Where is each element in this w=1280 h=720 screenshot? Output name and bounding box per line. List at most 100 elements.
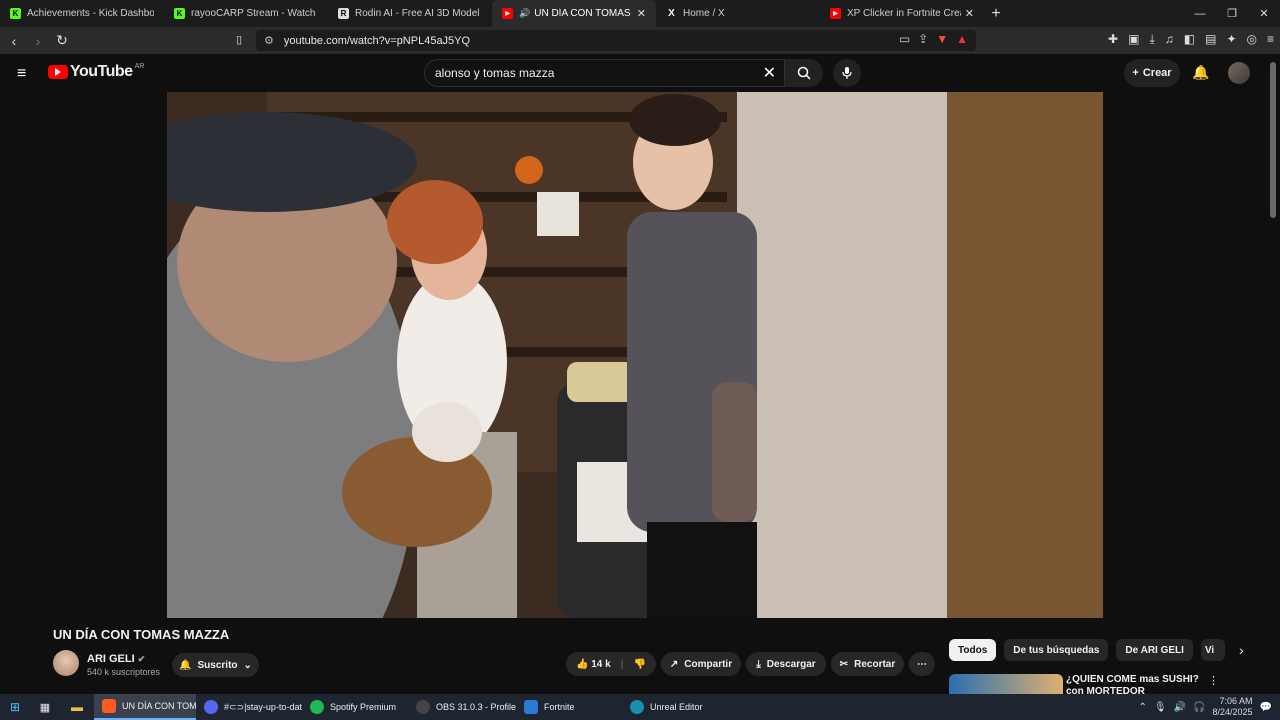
account-avatar[interactable]: [1228, 62, 1250, 84]
spotify-icon: [310, 700, 324, 714]
taskbar-item-brave[interactable]: UN DÍA CON TOM...: [94, 694, 196, 720]
video-player[interactable]: [167, 92, 1103, 618]
restore-button[interactable]: ❐: [1216, 0, 1248, 27]
rodin-favicon-icon: R: [338, 8, 349, 19]
chip-from-channel[interactable]: De ARI GELI: [1116, 639, 1193, 661]
search-input[interactable]: alonso y tomas mazza ✕: [424, 59, 785, 87]
sidebar-icon[interactable]: ◧: [1184, 32, 1195, 47]
clear-search-icon[interactable]: ✕: [763, 63, 776, 83]
url-bar[interactable]: ⚙ youtube.com/watch?v=pNPL45aJ5YQ ▭ ⇪ ▼ …: [256, 30, 976, 51]
youtube-favicon-icon: ▶: [502, 8, 513, 19]
taskbar-item-discord[interactable]: #⊂⊃|stay-up-to-dat...: [196, 694, 302, 720]
taskbar-item-spotify[interactable]: Spotify Premium: [302, 694, 408, 720]
wallet-icon[interactable]: ▤: [1205, 32, 1216, 47]
address-bar-row: ‹ › ↻ ▯ ⚙ youtube.com/watch?v=pNPL45aJ5Y…: [0, 27, 1280, 54]
like-dislike-group: 👍 14 k | 👎: [566, 652, 656, 676]
page-scrollbar[interactable]: [1270, 62, 1276, 218]
recommendation-menu-icon[interactable]: ⋮: [1208, 674, 1219, 687]
verified-icon: ✔: [137, 654, 146, 664]
chevron-right-icon[interactable]: ›: [1239, 642, 1244, 658]
subscribed-button[interactable]: 🔔 Suscrito ⌄: [172, 653, 259, 677]
like-button[interactable]: 👍 14 k: [576, 659, 611, 670]
brave-rewards-icon[interactable]: ▲: [956, 32, 968, 46]
tab-x-home[interactable]: X Home / X: [656, 0, 820, 27]
tab-kick-stream[interactable]: K rayooCARP Stream - Watch Live on Kick: [164, 0, 328, 27]
fortnite-icon: [524, 700, 538, 714]
reload-icon[interactable]: ↻: [52, 32, 72, 49]
task-view-icon[interactable]: ▦: [30, 694, 60, 720]
obs-icon: [416, 700, 430, 714]
close-icon[interactable]: ✕: [637, 7, 646, 20]
unreal-icon: [630, 700, 644, 714]
tab-title: UN DÍA CON TOMAS MAZZA: [534, 8, 633, 19]
start-button-icon[interactable]: ⊞: [0, 694, 30, 720]
taskbar-item-obs[interactable]: OBS 31.0.3 - Profile:...: [408, 694, 516, 720]
microphone-icon: [842, 67, 852, 79]
brave-shield-icon[interactable]: ▼: [936, 32, 948, 46]
share-arrow-icon: ↗: [669, 658, 679, 670]
x-logo-icon: X: [668, 8, 675, 19]
file-explorer-icon[interactable]: ▬: [60, 694, 94, 720]
share-button[interactable]: ↗ Compartir: [661, 652, 741, 676]
recommendation-thumbnail[interactable]: [949, 674, 1063, 694]
extensions-icon[interactable]: ✚: [1108, 32, 1118, 47]
tab-rodin-ai[interactable]: R Rodin AI - Free AI 3D Model Generator: [328, 0, 492, 27]
music-icon[interactable]: ♫: [1165, 32, 1174, 47]
brave-icon: [102, 699, 116, 713]
cast-icon[interactable]: ▭: [899, 32, 910, 46]
download-icon[interactable]: ⤓: [1149, 32, 1154, 47]
share-icon[interactable]: ⇪: [918, 32, 928, 46]
taskbar-label: OBS 31.0.3 - Profile:...: [436, 702, 516, 712]
tab-title: Home / X: [683, 8, 725, 19]
window-close-button[interactable]: ✕: [1248, 0, 1280, 27]
tab-xp-clicker[interactable]: ▶ XP Clicker in Fortnite Creative! (UEFN…: [820, 0, 984, 27]
channel-name[interactable]: ARI GELI ✔: [87, 653, 145, 665]
browser-menu-icon[interactable]: ≡: [1267, 32, 1274, 47]
vpn-icon[interactable]: ◎: [1247, 32, 1257, 47]
clock[interactable]: 7:06 AM 8/24/2025: [1213, 696, 1253, 718]
url-text: youtube.com/watch?v=pNPL45aJ5YQ: [283, 34, 471, 47]
divider: |: [620, 658, 624, 670]
microphone-tray-icon[interactable]: 🎙: [1154, 702, 1167, 713]
notifications-bell-icon[interactable]: 🔔: [1192, 64, 1209, 81]
close-icon[interactable]: ✕: [965, 7, 974, 20]
youtube-play-icon: [48, 65, 68, 79]
thumbs-down-icon[interactable]: 👎: [634, 659, 646, 670]
headset-icon[interactable]: 🎧: [1193, 702, 1205, 713]
bookmark-icon[interactable]: ▯: [236, 33, 242, 46]
clip-button[interactable]: ✂ Recortar: [831, 652, 904, 676]
hamburger-menu-icon[interactable]: ≡: [17, 65, 26, 83]
tab-youtube-active[interactable]: ▶ 🔊 UN DÍA CON TOMAS MAZZA ✕: [492, 0, 656, 27]
new-tab-button[interactable]: +: [984, 5, 1008, 23]
window-controls: — ❐ ✕: [1184, 0, 1280, 27]
volume-icon[interactable]: 🔊: [1174, 702, 1186, 713]
voice-search-button[interactable]: [833, 59, 861, 87]
tab-title: Rodin AI - Free AI 3D Model Generator: [355, 8, 482, 19]
notifications-icon[interactable]: 💬: [1260, 702, 1272, 713]
search-button[interactable]: [785, 59, 823, 87]
taskbar-item-fortnite[interactable]: Fortnite: [516, 694, 622, 720]
tab-kick-achievements[interactable]: K Achievements - Kick Dashboard: [0, 0, 164, 27]
more-actions-button[interactable]: ⋯: [909, 652, 935, 676]
kick-favicon-icon: K: [10, 8, 21, 19]
channel-avatar[interactable]: [53, 650, 79, 676]
clock-time: 7:06 AM: [1219, 696, 1253, 706]
chip-truncated[interactable]: Vi: [1200, 639, 1225, 661]
video-details: UN DÍA CON TOMAS MAZZA ARI GELI ✔ 540 k …: [0, 618, 1280, 697]
chip-all[interactable]: Todos: [949, 639, 997, 661]
site-settings-icon[interactable]: ⚙: [264, 34, 274, 47]
leo-ai-icon[interactable]: ✦: [1226, 32, 1236, 47]
speaker-icon[interactable]: 🔊: [519, 8, 530, 19]
download-button[interactable]: ⤓ Descargar: [746, 652, 826, 676]
tab-title: Achievements - Kick Dashboard: [27, 8, 154, 19]
taskbar-item-unreal[interactable]: Unreal Editor: [622, 694, 728, 720]
media-icon[interactable]: ▣: [1128, 32, 1139, 47]
youtube-logo[interactable]: YouTube AR: [48, 63, 144, 81]
back-icon[interactable]: ‹: [4, 33, 24, 49]
chip-from-searches[interactable]: De tus búsquedas: [1004, 639, 1109, 661]
create-button[interactable]: + Crear: [1124, 59, 1180, 87]
forward-icon[interactable]: ›: [28, 33, 48, 49]
minimize-button[interactable]: —: [1184, 0, 1216, 27]
tray-chevron-up-icon[interactable]: ⌃: [1139, 702, 1147, 713]
clip-label: Recortar: [854, 658, 896, 670]
